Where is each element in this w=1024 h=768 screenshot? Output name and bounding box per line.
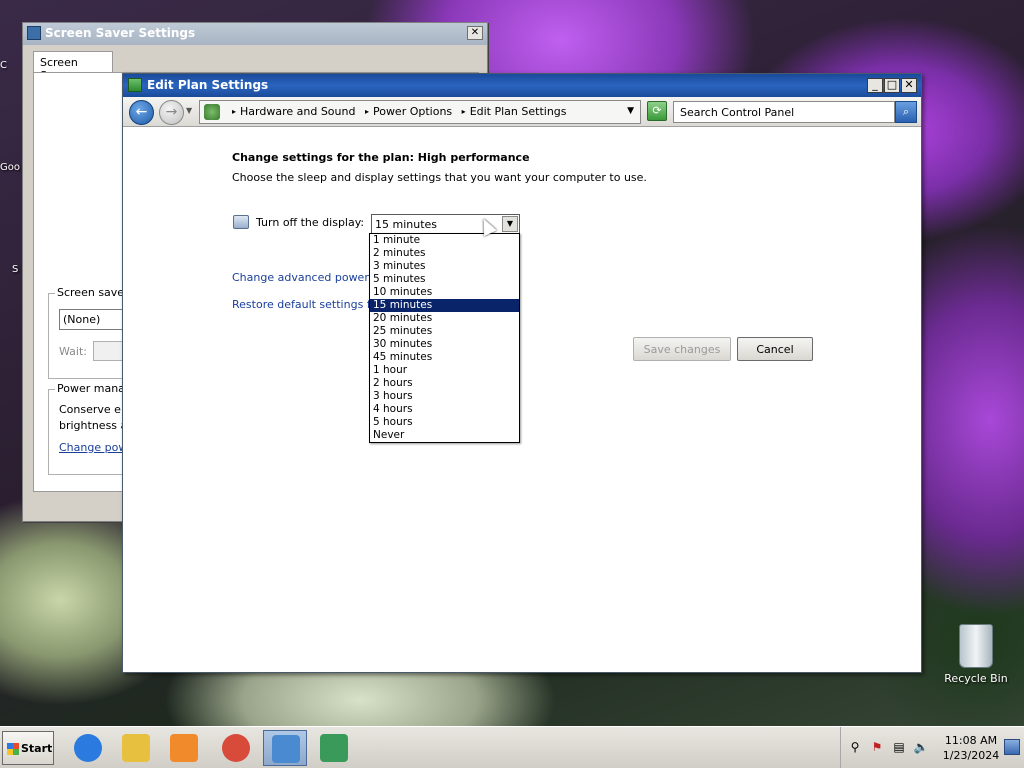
action-center-icon[interactable]: ⚑ <box>869 739 885 755</box>
dropdown-option[interactable]: 15 minutes <box>370 299 519 312</box>
taskbar-app-button[interactable] <box>162 730 206 766</box>
dropdown-option[interactable]: 1 hour <box>370 364 519 377</box>
chevron-right-icon[interactable]: ▸ <box>365 107 369 116</box>
chevron-down-icon[interactable]: ▼ <box>627 106 634 116</box>
control-panel-icon <box>204 104 220 120</box>
tab-screen-saver[interactable]: Screen Saver <box>33 51 113 82</box>
change-power-settings-link[interactable]: Change pow <box>59 441 127 454</box>
edit-plan-title-bar[interactable]: Edit Plan Settings _ □ ✕ <box>123 74 921 97</box>
volume-icon[interactable]: 🔈 <box>913 739 929 755</box>
edit-plan-content: Change settings for the plan: High perfo… <box>123 128 921 672</box>
recycle-bin-icon <box>959 624 993 668</box>
system-tray: ⚲ ⚑ ▤ 🔈 11:08 AM 1/23/2024 <box>840 727 1024 768</box>
show-desktop-button[interactable] <box>1004 739 1020 755</box>
dropdown-option[interactable]: 2 hours <box>370 377 519 390</box>
control-panel-icon <box>272 735 300 763</box>
chrome-icon <box>222 734 250 762</box>
taskbar-app-button[interactable] <box>214 730 258 766</box>
chevron-right-icon[interactable]: ▸ <box>462 107 466 116</box>
taskbar-app-button[interactable] <box>66 730 110 766</box>
power-options-icon <box>128 78 142 92</box>
network-icon[interactable]: ▤ <box>891 739 907 755</box>
taskbar-app-button[interactable] <box>114 730 158 766</box>
recycle-bin[interactable]: Recycle Bin <box>944 624 1008 685</box>
dropdown-option[interactable]: 25 minutes <box>370 325 519 338</box>
edit-plan-window-title: Edit Plan Settings <box>147 78 269 92</box>
restore-defaults-link[interactable]: Restore default settings for t <box>232 298 390 311</box>
dropdown-option[interactable]: 45 minutes <box>370 351 519 364</box>
dropdown-option[interactable]: 20 minutes <box>370 312 519 325</box>
dropdown-option[interactable]: 3 minutes <box>370 260 519 273</box>
chevron-right-icon[interactable]: ▸ <box>232 107 236 116</box>
power-text-line1: Conserve en <box>59 403 128 416</box>
breadcrumb-edit-plan-settings[interactable]: Edit Plan Settings <box>470 105 567 118</box>
start-label: Start <box>21 742 53 755</box>
dropdown-option[interactable]: 5 minutes <box>370 273 519 286</box>
recent-pages-icon[interactable]: ▼ <box>186 106 192 115</box>
dropdown-option[interactable]: 4 hours <box>370 403 519 416</box>
cancel-button[interactable]: Cancel <box>737 337 813 361</box>
display-settings-icon <box>320 734 348 762</box>
turn-off-display-value: 15 minutes <box>375 218 438 231</box>
dropdown-option[interactable]: 5 hours <box>370 416 519 429</box>
breadcrumb-power-options[interactable]: Power Options <box>373 105 452 118</box>
power-group-label: Power mana <box>55 382 127 395</box>
edit-plan-settings-window: Edit Plan Settings _ □ ✕ ← → ▼ ▸ Hardware… <box>122 73 922 673</box>
dropdown-option[interactable]: 10 minutes <box>370 286 519 299</box>
address-bar[interactable]: ▸ Hardware and Sound ▸ Power Options ▸ Edit… <box>199 100 641 124</box>
minimize-button[interactable]: _ <box>867 78 883 93</box>
internet-explorer-icon <box>74 734 102 762</box>
dropdown-option[interactable]: 3 hours <box>370 390 519 403</box>
media-player-icon <box>170 734 198 762</box>
dropdown-option[interactable]: Never <box>370 429 519 442</box>
screen-saver-group-label: Screen saver <box>55 286 131 299</box>
screen-saver-window-icon <box>27 26 41 40</box>
windows-logo-icon <box>7 743 19 755</box>
dropdown-option[interactable]: 2 minutes <box>370 247 519 260</box>
desktop-icon-label: C <box>0 60 7 71</box>
recycle-bin-label: Recycle Bin <box>944 672 1008 685</box>
refresh-icon[interactable]: ⟳ <box>647 101 667 121</box>
save-changes-button[interactable]: Save changes <box>633 337 731 361</box>
back-button[interactable]: ← <box>129 100 154 125</box>
screen-saver-title-bar[interactable]: Screen Saver Settings ✕ <box>23 23 487 45</box>
clock[interactable]: 11:08 AM 1/23/2024 <box>941 733 1001 763</box>
taskbar-app-button[interactable] <box>312 730 356 766</box>
breadcrumb-hardware-and-sound[interactable]: Hardware and Sound <box>240 105 355 118</box>
search-input[interactable]: Search Control Panel <box>673 101 895 123</box>
forward-button[interactable]: → <box>159 100 184 125</box>
chevron-down-icon[interactable]: ▼ <box>502 216 518 232</box>
turn-off-display-label: Turn off the display: <box>256 216 365 229</box>
clock-date: 1/23/2024 <box>942 749 1000 762</box>
turn-off-display-select[interactable]: 15 minutes ▼ <box>371 214 520 234</box>
taskbar-app-button[interactable] <box>263 730 307 766</box>
maximize-button[interactable]: □ <box>884 78 900 93</box>
close-button[interactable]: ✕ <box>901 78 917 93</box>
search-icon[interactable]: ⚲ <box>847 739 863 755</box>
screen-saver-window-title: Screen Saver Settings <box>45 26 196 40</box>
navigation-bar: ← → ▼ ▸ Hardware and Sound ▸ Power Options… <box>123 97 921 127</box>
screen-saver-close-button[interactable]: ✕ <box>467 26 483 40</box>
desktop-icon-label: S <box>12 264 19 275</box>
display-icon <box>233 215 249 229</box>
advanced-power-settings-link[interactable]: Change advanced power set <box>232 271 389 284</box>
wait-label: Wait: <box>59 345 87 358</box>
page-title: Change settings for the plan: High perfo… <box>232 151 530 164</box>
dropdown-option[interactable]: 1 minute <box>370 234 519 247</box>
display-timeout-dropdown-list[interactable]: 1 minute 2 minutes 3 minutes 5 minutes 10 mi… <box>369 233 520 443</box>
desktop-icon-label: Goo <box>0 162 20 173</box>
taskbar: Start ⚲ ⚑ ▤ 🔈 11:08 AM 1/23/2024 <box>0 726 1024 768</box>
search-icon[interactable]: ⌕ <box>895 101 917 123</box>
file-explorer-icon <box>122 734 150 762</box>
start-button[interactable]: Start <box>2 731 54 765</box>
power-text-line2: brightness a <box>59 419 128 432</box>
dropdown-option[interactable]: 30 minutes <box>370 338 519 351</box>
clock-time: 11:08 AM <box>944 734 998 747</box>
page-description: Choose the sleep and display settings th… <box>232 171 647 184</box>
